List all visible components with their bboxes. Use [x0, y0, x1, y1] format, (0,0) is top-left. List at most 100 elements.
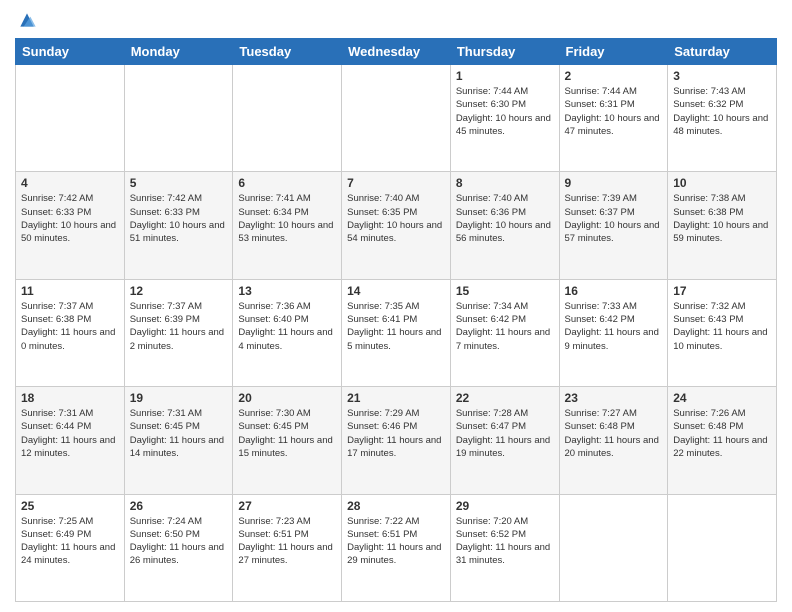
sunset-text: Sunset: 6:30 PM [456, 99, 526, 110]
daylight-text: Daylight: 10 hours and 57 minutes. [565, 220, 660, 244]
day-info: Sunrise: 7:42 AMSunset: 6:33 PMDaylight:… [130, 192, 228, 245]
sunrise-text: Sunrise: 7:40 AM [347, 193, 419, 204]
table-row: 3Sunrise: 7:43 AMSunset: 6:32 PMDaylight… [668, 65, 777, 172]
sunrise-text: Sunrise: 7:37 AM [130, 301, 202, 312]
day-info: Sunrise: 7:32 AMSunset: 6:43 PMDaylight:… [673, 300, 771, 353]
daylight-text: Daylight: 11 hours and 20 minutes. [565, 435, 659, 459]
day-info: Sunrise: 7:23 AM Sunset: 6:51 PM Daylight:… [238, 515, 336, 568]
daylight-text: Daylight: 11 hours and 31 minutes. [456, 542, 550, 566]
day-info: Sunrise: 7:20 AMSunset: 6:52 PMDaylight:… [456, 515, 554, 568]
sunrise-text: Sunrise: 7:35 AM [347, 301, 419, 312]
table-row: 21Sunrise: 7:29 AMSunset: 6:46 PMDayligh… [342, 387, 451, 494]
sunset-text: Sunset: 6:33 PM [130, 207, 200, 218]
day-number: 11 [21, 284, 119, 298]
day-info: Sunrise: 7:37 AMSunset: 6:39 PMDaylight:… [130, 300, 228, 353]
day-number: 1 [456, 69, 554, 83]
day-info: Sunrise: 7:24 AMSunset: 6:50 PMDaylight:… [130, 515, 228, 568]
sunset-text: Sunset: 6:45 PM [238, 421, 308, 432]
table-row: 28Sunrise: 7:22 AMSunset: 6:51 PMDayligh… [342, 494, 451, 601]
day-info: Sunrise: 7:30 AMSunset: 6:45 PMDaylight:… [238, 407, 336, 460]
header-sunday: Sunday [16, 39, 125, 65]
sunrise-text: Sunrise: 7:23 AM [238, 516, 310, 527]
table-row [16, 65, 125, 172]
day-number: 27 [238, 499, 336, 513]
day-info: Sunrise: 7:35 AMSunset: 6:41 PMDaylight:… [347, 300, 445, 353]
sunset-text: Sunset: 6:41 PM [347, 314, 417, 325]
day-info: Sunrise: 7:27 AMSunset: 6:48 PMDaylight:… [565, 407, 663, 460]
table-row: 25Sunrise: 7:25 AMSunset: 6:49 PMDayligh… [16, 494, 125, 601]
daylight-text: Daylight: 11 hours and 15 minutes. [238, 435, 332, 459]
sunrise-text: Sunrise: 7:31 AM [130, 408, 202, 419]
sunset-text: Sunset: 6:35 PM [347, 207, 417, 218]
day-number: 7 [347, 176, 445, 190]
day-number: 14 [347, 284, 445, 298]
table-row: 20Sunrise: 7:30 AMSunset: 6:45 PMDayligh… [233, 387, 342, 494]
day-number: 17 [673, 284, 771, 298]
daylight-text: Daylight: 11 hours and 22 minutes. [673, 435, 767, 459]
sunrise-text: Sunrise: 7:26 AM [673, 408, 745, 419]
sunset-text: Sunset: 6:38 PM [673, 207, 743, 218]
sunrise-text: Sunrise: 7:38 AM [673, 193, 745, 204]
table-row: 29 Sunrise: 7:20 AMSunset: 6:52 PMDayligh… [450, 494, 559, 601]
day-number: 4 [21, 176, 119, 190]
day-number: 29 [456, 499, 554, 513]
sunset-text: Sunset: 6:33 PM [21, 207, 91, 218]
daylight-text: Daylight: 10 hours and 53 minutes. [238, 220, 333, 244]
sunrise-text: Sunrise: 7:42 AM [21, 193, 93, 204]
sunset-text: Sunset: 6:51 PM [238, 529, 308, 540]
sunrise-text: Sunrise: 7:20 AM [456, 516, 528, 527]
day-info: Sunrise: 7:37 AMSunset: 6:38 PMDaylight:… [21, 300, 119, 353]
sunset-text: Sunset: 6:37 PM [565, 207, 635, 218]
daylight-text: Daylight: 11 hours and 27 minutes. [238, 542, 332, 566]
daylight-text: Daylight: 11 hours and 4 minutes. [238, 327, 332, 351]
day-number: 8 [456, 176, 554, 190]
daylight-text: Daylight: 10 hours and 56 minutes. [456, 220, 551, 244]
daylight-text: Daylight: 11 hours and 10 minutes. [673, 327, 767, 351]
header-saturday: Saturday [668, 39, 777, 65]
sunset-text: Sunset: 6:49 PM [21, 529, 91, 540]
day-info: Sunrise: 7:44 AMSunset: 6:30 PMDaylight:… [456, 85, 554, 138]
calendar-row: 25Sunrise: 7:25 AMSunset: 6:49 PMDayligh… [16, 494, 777, 601]
sunset-text: Sunset: 6:32 PM [673, 99, 743, 110]
day-info: Sunrise: 7:36 AM Sunset: 6:40 PM Daylight:… [238, 300, 336, 353]
sunset-text: Sunset: 6:40 PM [238, 314, 308, 325]
day-number: 18 [21, 391, 119, 405]
sunset-text: Sunset: 6:42 PM [565, 314, 635, 325]
sunrise-text: Sunrise: 7:24 AM [130, 516, 202, 527]
header-thursday: Thursday [450, 39, 559, 65]
table-row: 9Sunrise: 7:39 AMSunset: 6:37 PMDaylight… [559, 172, 668, 279]
day-number: 19 [130, 391, 228, 405]
sunset-text: Sunset: 6:48 PM [565, 421, 635, 432]
table-row: 8Sunrise: 7:40 AMSunset: 6:36 PMDaylight… [450, 172, 559, 279]
table-row: 11 Sunrise: 7:37 AMSunset: 6:38 PMDayligh… [16, 279, 125, 386]
day-info: Sunrise: 7:25 AMSunset: 6:49 PMDaylight:… [21, 515, 119, 568]
sunrise-text: Sunrise: 7:22 AM [347, 516, 419, 527]
sunrise-text: Sunrise: 7:25 AM [21, 516, 93, 527]
sunrise-text: Sunrise: 7:39 AM [565, 193, 637, 204]
sunset-text: Sunset: 6:51 PM [347, 529, 417, 540]
table-row: 18Sunrise: 7:31 AMSunset: 6:44 PMDayligh… [16, 387, 125, 494]
day-info: Sunrise: 7:41 AMSunset: 6:34 PMDaylight:… [238, 192, 336, 245]
day-number: 24 [673, 391, 771, 405]
daylight-text: Daylight: 11 hours and 7 minutes. [456, 327, 550, 351]
table-row: 1 Sunrise: 7:44 AMSunset: 6:30 PMDaylight… [450, 65, 559, 172]
table-row: 10Sunrise: 7:38 AMSunset: 6:38 PMDayligh… [668, 172, 777, 279]
sunset-text: Sunset: 6:44 PM [21, 421, 91, 432]
sunset-text: Sunset: 6:38 PM [21, 314, 91, 325]
day-number: 16 [565, 284, 663, 298]
daylight-text: Daylight: 10 hours and 48 minutes. [673, 113, 768, 137]
daylight-text: Daylight: 10 hours and 50 minutes. [21, 220, 116, 244]
table-row: 16Sunrise: 7:33 AMSunset: 6:42 PMDayligh… [559, 279, 668, 386]
day-number: 15 [456, 284, 554, 298]
table-row [342, 65, 451, 172]
sunset-text: Sunset: 6:48 PM [673, 421, 743, 432]
sunrise-text: Sunrise: 7:40 AM [456, 193, 528, 204]
sunset-text: Sunset: 6:46 PM [347, 421, 417, 432]
table-row: 4 Sunrise: 7:42 AM Sunset: 6:33 PM Daylight… [16, 172, 125, 279]
daylight-text: Daylight: 11 hours and 17 minutes. [347, 435, 441, 459]
sunrise-text: Sunrise: 7:36 AM [238, 301, 310, 312]
table-row: 23Sunrise: 7:27 AMSunset: 6:48 PMDayligh… [559, 387, 668, 494]
calendar-page: Sunday Monday Tuesday Wednesday Thursday… [0, 0, 792, 612]
daylight-text: Daylight: 11 hours and 2 minutes. [130, 327, 224, 351]
day-number: 22 [456, 391, 554, 405]
